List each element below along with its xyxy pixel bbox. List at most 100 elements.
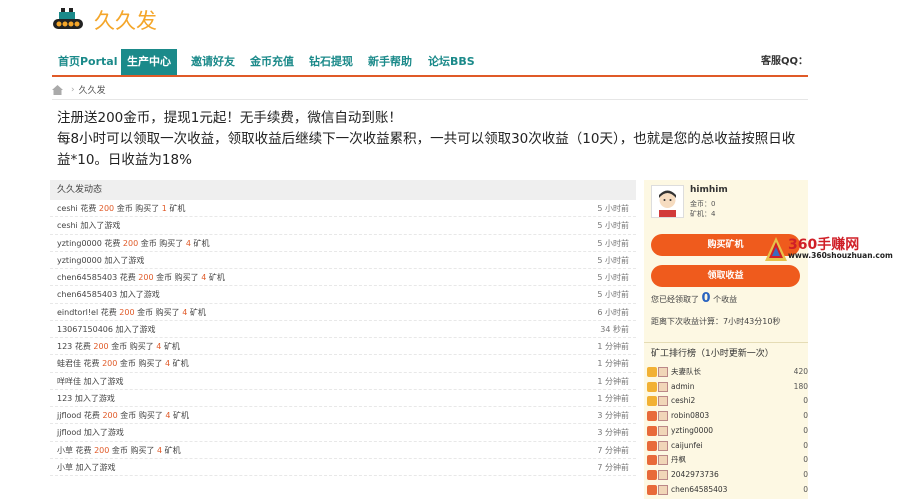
ranking-avatar	[658, 396, 668, 407]
nav-item-recharge[interactable]: 金币充值	[244, 49, 300, 75]
ranking-row: 丹枫 0	[644, 453, 808, 468]
activity-text: jjflood 花费 200 金币 购买了 4 矿机	[57, 407, 189, 424]
ranking-name[interactable]: caijunfei	[671, 439, 703, 453]
rank-medal-icon	[647, 381, 657, 392]
ranking-name[interactable]: ceshi2	[671, 394, 695, 408]
activity-count: 1	[161, 204, 167, 213]
ranking-name[interactable]: robin0803	[671, 409, 709, 423]
ranking-name[interactable]: 夫妻队长	[671, 365, 701, 379]
breadcrumb-current[interactable]: 久久发	[79, 83, 106, 96]
activity-time: 34 秒前	[600, 324, 629, 334]
ranking-name[interactable]: 2042973736	[671, 468, 719, 482]
activity-text: 蛙君佳 花费 200 金币 购买了 4 矿机	[57, 355, 189, 372]
activity-user: chen64585403	[57, 273, 118, 282]
machine-count: 矿机：4	[690, 210, 716, 218]
ranking-avatar	[658, 469, 668, 480]
home-icon[interactable]	[52, 84, 63, 95]
activity-count: 4	[157, 445, 163, 455]
activity-count: 4	[182, 307, 188, 317]
ranking-row: chen64585403 0	[644, 483, 808, 498]
list-item: yzting0000 花费 200 金币 购买了 4 矿机 5 小时前	[50, 235, 636, 252]
activity-time: 7 分钟前	[597, 462, 629, 472]
list-item: ceshi 加入了游戏 5 小时前	[50, 217, 636, 235]
activity-middle: 金币 购买了	[140, 238, 184, 248]
ranking-avatar	[658, 367, 668, 377]
miner-ranking-title: 矿工排行榜（1小时更新一次）	[644, 342, 808, 364]
activity-user: 123	[57, 393, 73, 403]
activity-text: ceshi 加入了游戏	[57, 217, 120, 234]
customer-service-qq[interactable]: 客服QQ：	[761, 49, 808, 75]
username[interactable]: himhim	[690, 185, 728, 195]
ranking-row: caijunfei 0	[644, 439, 808, 454]
ranking-value: 0	[803, 469, 808, 479]
promo-notice: 注册送200金币，提现1元起！无手续费，微信自动到账！ 每8小时可以领取一次收益…	[57, 108, 807, 171]
nav-item-help[interactable]: 新手帮助	[362, 49, 418, 75]
activity-action: 加入了游戏	[83, 428, 124, 438]
activity-time: 3 分钟前	[597, 428, 629, 438]
activity-text: 13067150406 加入了游戏	[57, 321, 156, 338]
ranking-name[interactable]: admin	[671, 380, 695, 394]
ranking-avatar	[658, 440, 668, 451]
ranking-name[interactable]: yzting0000	[671, 424, 713, 438]
list-item: chen64585403 加入了游戏 5 小时前	[50, 286, 636, 304]
ranking-value: 0	[803, 455, 808, 465]
nav-item-portal[interactable]: 首页Portal	[52, 49, 124, 75]
main-nav: 首页Portal 生产中心 邀请好友 金币充值 钻石提现 新手帮助 论坛BBS …	[52, 49, 808, 77]
activity-action: 花费	[83, 359, 100, 369]
site-logo[interactable]: 久久发	[52, 4, 157, 36]
activity-middle: 金币 购买了	[116, 204, 160, 213]
avatar[interactable]	[651, 185, 684, 218]
ranking-value: 0	[803, 425, 808, 435]
activity-time: 1 分钟前	[597, 342, 629, 351]
nav-item-production-center[interactable]: 生产中心	[121, 49, 177, 75]
activity-time: 7 分钟前	[597, 445, 629, 455]
activity-action: 加入了游戏	[115, 324, 156, 334]
activity-text: jjflood 加入了游戏	[57, 424, 124, 441]
rank-medal-icon	[647, 411, 657, 422]
ranking-avatar	[658, 425, 668, 436]
activity-user: jjflood	[57, 428, 82, 438]
activity-time: 5 小时前	[597, 221, 629, 231]
activity-action: 花费	[83, 411, 100, 420]
watermark-logo-icon	[765, 237, 787, 261]
activity-time: 5 小时前	[597, 273, 629, 282]
ranking-name[interactable]: 丹枫	[671, 453, 686, 467]
site-name: 久久发	[94, 9, 157, 33]
nav-item-withdraw[interactable]: 钻石提现	[303, 49, 359, 75]
ranking-avatar	[658, 484, 668, 495]
activity-action: 花费	[100, 307, 117, 317]
activity-user: chen64585403	[57, 290, 118, 300]
ranking-name[interactable]: chen64585403	[671, 483, 727, 497]
rank-medal-icon	[647, 440, 657, 451]
activity-action: 花费	[75, 445, 92, 455]
activity-amount: 200	[98, 204, 115, 213]
activity-action: 花费	[104, 238, 121, 248]
earned-summary: 您已经领取了 0 个收益	[651, 291, 737, 306]
breadcrumb-separator: ›	[71, 84, 75, 95]
nav-item-bbs[interactable]: 论坛BBS	[422, 49, 481, 75]
collect-earnings-button[interactable]: 领取收益	[651, 265, 800, 287]
activity-unit: 矿机	[173, 411, 190, 420]
list-item: 13067150406 加入了游戏 34 秒前	[50, 321, 636, 338]
ranking-row: 2042973736 0	[644, 468, 808, 483]
ranking-row: 夫妻队长 420	[644, 365, 808, 380]
ranking-avatar	[658, 381, 668, 392]
activity-text: yzting0000 加入了游戏	[57, 252, 144, 269]
activity-user: 123	[57, 342, 73, 351]
activity-count: 4	[165, 359, 171, 369]
list-item: 蛙君佳 花费 200 金币 购买了 4 矿机 1 分钟前	[50, 355, 636, 373]
nav-item-invite-friends[interactable]: 邀请好友	[185, 49, 241, 75]
activity-user: yzting0000	[57, 255, 102, 265]
breadcrumb: › 久久发	[52, 80, 808, 100]
activity-text: 123 加入了游戏	[57, 390, 115, 407]
activity-action: 花费	[74, 342, 91, 351]
activity-middle: 金币 购买了	[156, 273, 199, 282]
ranking-avatar	[658, 411, 668, 422]
ranking-row: yzting0000 0	[644, 424, 808, 439]
rank-medal-icon	[647, 367, 657, 377]
ranking-avatar	[658, 455, 668, 466]
activity-count: 4	[185, 238, 191, 248]
user-sidebar: himhim 金币：0 矿机：4 购买矿机 领取收益 您已经领取了 0 个收益 …	[644, 180, 808, 499]
activity-amount: 200	[138, 273, 154, 282]
tank-logo-icon	[53, 8, 83, 29]
